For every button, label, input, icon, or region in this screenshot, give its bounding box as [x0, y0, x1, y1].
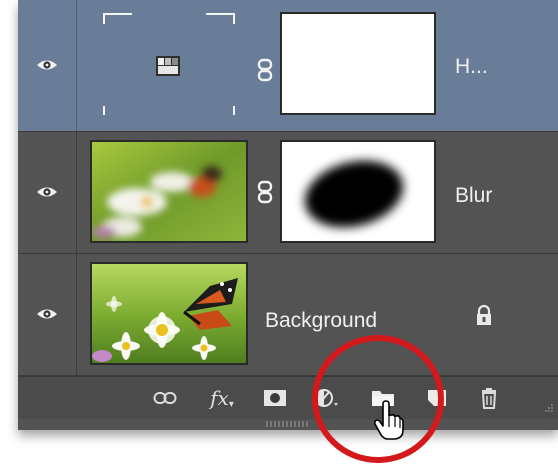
mask-link-icon[interactable]: [256, 58, 274, 82]
dropdown-indicator-icon: ▾: [228, 398, 234, 410]
adjustment-thumbnail-frame: [103, 13, 235, 115]
layers-toolbar: fx ▾: [18, 376, 558, 419]
add-layer-style-button[interactable]: fx ▾: [204, 385, 240, 411]
visibility-toggle[interactable]: [18, 0, 77, 131]
fx-icon: fx: [210, 386, 229, 410]
eye-icon[interactable]: [36, 185, 58, 199]
trash-icon: [481, 388, 497, 409]
hand-cursor-icon: [374, 400, 404, 440]
mask-icon: [264, 390, 286, 406]
adjustment-mask-thumbnail[interactable]: [280, 12, 436, 115]
mask-link-icon[interactable]: [256, 180, 274, 204]
visibility-toggle[interactable]: [18, 132, 77, 253]
butterfly-photo: [92, 264, 246, 363]
layers-panel: H... Blur Background fx ▾: [18, 0, 558, 430]
delete-layer-button[interactable]: [474, 385, 504, 411]
layer-row-background[interactable]: Background: [18, 254, 558, 376]
blurred-photo: [92, 142, 246, 241]
blur-mask-thumbnail[interactable]: [280, 140, 436, 243]
layer-row-blur[interactable]: Blur: [18, 132, 558, 254]
adjustment-thumbnail[interactable]: [90, 12, 248, 115]
layer-name[interactable]: Background: [265, 309, 377, 333]
add-layer-mask-button[interactable]: [260, 385, 290, 411]
layer-name[interactable]: Blur: [455, 184, 492, 208]
new-layer-icon: [428, 390, 446, 406]
half-circle-icon: [315, 389, 338, 407]
lock-icon: [477, 304, 491, 325]
panel-drag-grip[interactable]: [266, 421, 310, 427]
mask-shape: [282, 142, 434, 241]
visibility-toggle[interactable]: [18, 254, 77, 375]
eye-icon[interactable]: [36, 307, 58, 321]
new-layer-button[interactable]: [422, 385, 452, 411]
background-image-thumbnail[interactable]: [90, 262, 248, 365]
link-layers-button[interactable]: [150, 385, 180, 411]
link-icon: [153, 392, 177, 404]
layer-row-adjustment[interactable]: H...: [18, 0, 558, 132]
new-fill-adjustment-layer-button[interactable]: [312, 385, 342, 411]
hue-saturation-icon: [156, 56, 180, 76]
blurred-image-thumbnail[interactable]: [90, 140, 248, 243]
layer-name[interactable]: H...: [455, 55, 488, 79]
resize-grip-icon[interactable]: [540, 401, 554, 415]
eye-icon[interactable]: [36, 58, 58, 72]
